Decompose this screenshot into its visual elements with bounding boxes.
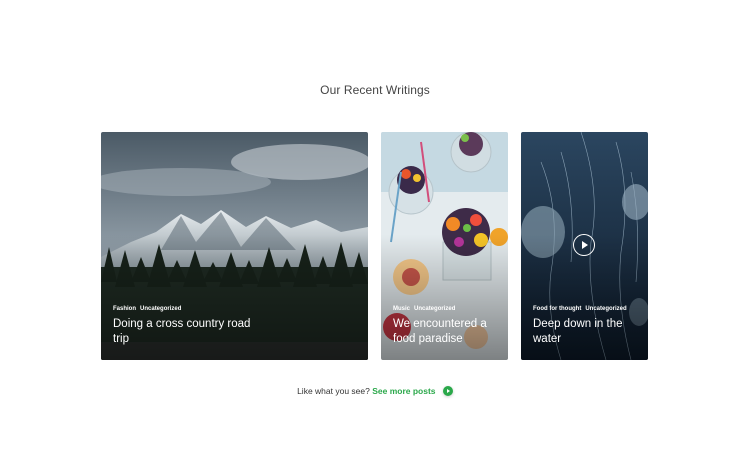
post-card-food-paradise[interactable]: Music Uncategorized We encountered a food… — [381, 132, 508, 360]
post-card-deep-water[interactable]: Food for thought Uncategorized Deep down … — [521, 132, 648, 360]
category-tag[interactable]: Uncategorized — [414, 306, 455, 312]
see-more-prompt: Like what you see? — [297, 386, 370, 396]
category-tag[interactable]: Fashion — [113, 306, 136, 312]
post-categories: Food for thought Uncategorized — [533, 306, 631, 312]
recent-writings-section: Our Recent Writings Fashion Uncategorize… — [0, 0, 750, 473]
post-categories: Music Uncategorized — [393, 306, 459, 312]
see-more-row: Like what you see? See more posts — [0, 386, 750, 396]
category-tag[interactable]: Uncategorized — [140, 306, 181, 312]
category-tag[interactable]: Food for thought — [533, 306, 581, 312]
post-title[interactable]: Deep down in the water — [533, 317, 638, 347]
see-more-posts-link[interactable]: See more posts — [372, 386, 435, 396]
category-tag[interactable]: Uncategorized — [585, 306, 626, 312]
post-title[interactable]: We encountered a food paradise — [393, 317, 498, 347]
post-card-road-trip[interactable]: Fashion Uncategorized Doing a cross count… — [101, 132, 368, 360]
section-title: Our Recent Writings — [320, 83, 430, 97]
post-categories: Fashion Uncategorized — [113, 306, 185, 312]
arrow-right-circle-icon[interactable] — [442, 386, 453, 396]
category-tag[interactable]: Music — [393, 306, 410, 312]
post-title[interactable]: Doing a cross country road trip — [113, 317, 253, 347]
play-icon[interactable] — [573, 234, 595, 256]
